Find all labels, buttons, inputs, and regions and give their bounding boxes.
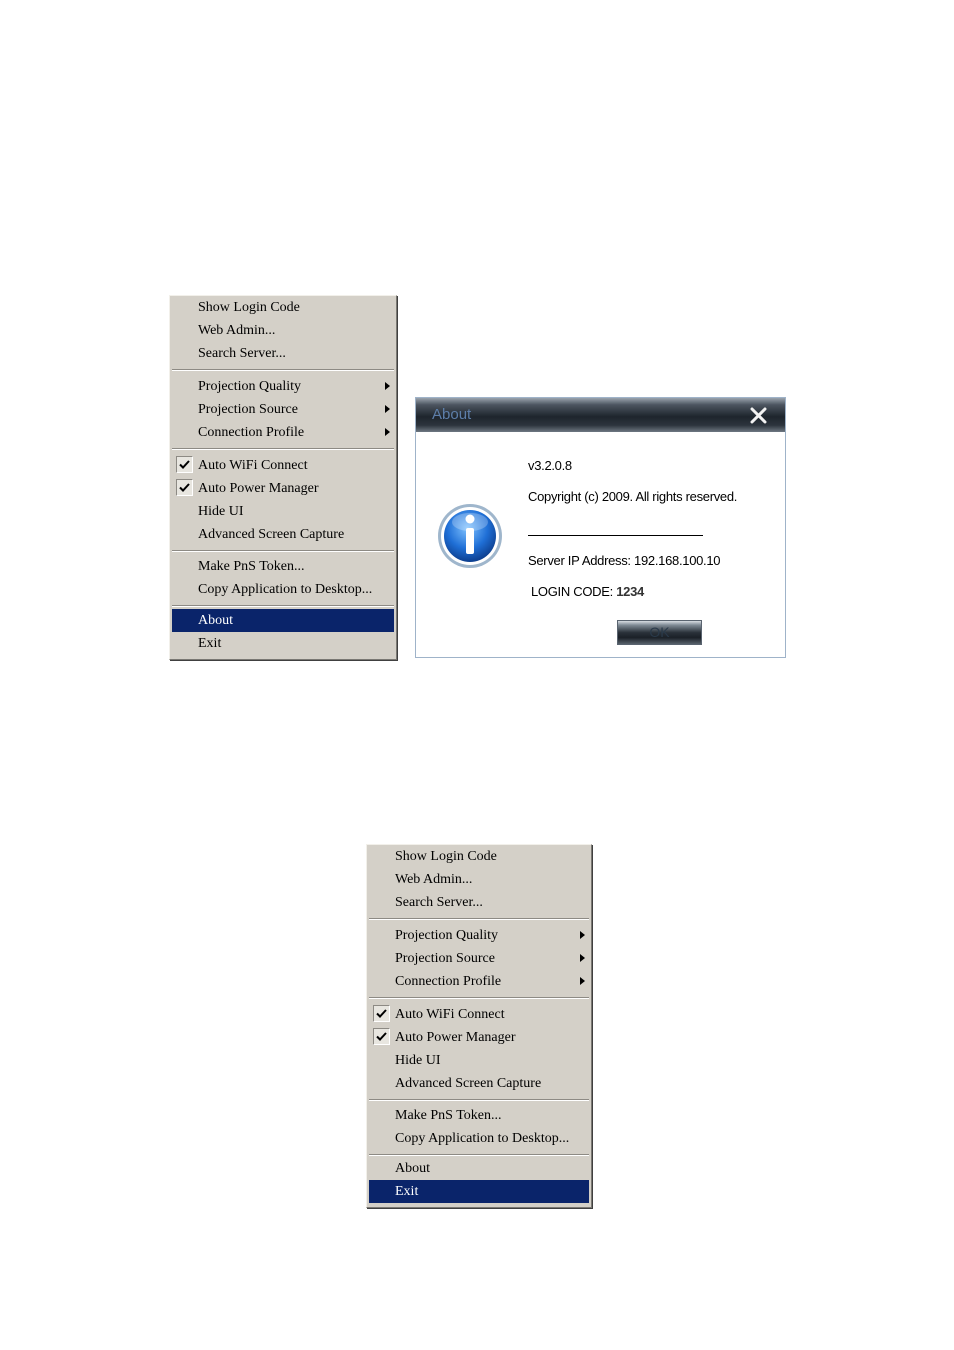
menu-item-make-pns-token[interactable]: Make PnS Token... — [172, 555, 394, 578]
menu-item-label: Projection Quality — [198, 379, 302, 394]
about-dialog: About v3.2.0.8 Copyright (c) 2009. All r… — [415, 397, 786, 658]
menu-item-make-pns-token[interactable]: Make PnS Token... — [369, 1104, 589, 1127]
submenu-arrow-icon — [580, 931, 585, 939]
menu-item-label: Advanced Screen Capture — [395, 1076, 542, 1091]
menu-item-connection-profile[interactable]: Connection Profile — [369, 970, 589, 993]
copyright-text: Copyright (c) 2009. All rights reserved. — [528, 489, 738, 504]
menu-item-label: Show Login Code — [395, 849, 497, 864]
menu-item-copy-application[interactable]: Copy Application to Desktop... — [172, 578, 394, 601]
menu-item-copy-application[interactable]: Copy Application to Desktop... — [369, 1127, 589, 1150]
divider — [528, 535, 703, 536]
login-code-text: LOGIN CODE: 1234 — [531, 584, 644, 599]
menu-item-show-login-code[interactable]: Show Login Code — [369, 845, 589, 868]
menu-item-label: Projection Source — [198, 402, 298, 417]
menu-separator — [369, 918, 589, 920]
menu-separator — [369, 1154, 589, 1156]
menu-item-label: Web Admin... — [198, 323, 276, 338]
menu-item-label: Make PnS Token... — [198, 559, 305, 574]
dialog-titlebar[interactable]: About — [416, 398, 785, 432]
menu-item-exit[interactable]: Exit — [172, 632, 394, 655]
menu-item-about[interactable]: About — [369, 1157, 589, 1180]
menu-item-label: About — [395, 1161, 430, 1176]
menu-separator — [172, 550, 394, 552]
submenu-arrow-icon — [580, 977, 585, 985]
menu-item-connection-profile[interactable]: Connection Profile — [172, 421, 394, 444]
checkmark-icon — [176, 479, 193, 496]
menu-item-auto-power-manager[interactable]: Auto Power Manager — [369, 1026, 589, 1049]
dialog-title: About — [432, 406, 472, 423]
close-icon[interactable] — [750, 407, 767, 424]
version-text: v3.2.0.8 — [528, 458, 572, 473]
menu-item-projection-quality[interactable]: Projection Quality — [172, 375, 394, 398]
menu-item-auto-power-manager[interactable]: Auto Power Manager — [172, 477, 394, 500]
menu-item-projection-quality[interactable]: Projection Quality — [369, 924, 589, 947]
submenu-arrow-icon — [385, 405, 390, 413]
menu-item-auto-wifi-connect[interactable]: Auto WiFi Connect — [172, 454, 394, 477]
menu-item-auto-wifi-connect[interactable]: Auto WiFi Connect — [369, 1003, 589, 1026]
menu-item-hide-ui[interactable]: Hide UI — [172, 500, 394, 523]
context-menu-top: Show Login Code Web Admin... Search Serv… — [169, 295, 397, 660]
menu-item-label: Projection Quality — [395, 928, 499, 943]
menu-separator — [172, 605, 394, 607]
checkmark-icon — [373, 1028, 390, 1045]
submenu-arrow-icon — [580, 954, 585, 962]
menu-item-label: Exit — [198, 636, 222, 651]
menu-item-hide-ui[interactable]: Hide UI — [369, 1049, 589, 1072]
menu-separator — [369, 997, 589, 999]
menu-item-label: Connection Profile — [198, 425, 305, 440]
submenu-arrow-icon — [385, 428, 390, 436]
submenu-arrow-icon — [385, 382, 390, 390]
menu-item-exit[interactable]: Exit — [369, 1180, 589, 1203]
menu-item-label: Advanced Screen Capture — [198, 527, 345, 542]
menu-item-label: Auto Power Manager — [395, 1030, 516, 1045]
menu-item-label: Auto WiFi Connect — [395, 1007, 505, 1022]
menu-item-web-admin[interactable]: Web Admin... — [172, 319, 394, 342]
menu-item-label: Make PnS Token... — [395, 1108, 502, 1123]
menu-item-label: Copy Application to Desktop... — [198, 582, 373, 597]
menu-item-label: Connection Profile — [395, 974, 502, 989]
menu-item-label: Web Admin... — [395, 872, 473, 887]
menu-item-show-login-code[interactable]: Show Login Code — [172, 296, 394, 319]
menu-item-search-server[interactable]: Search Server... — [172, 342, 394, 365]
menu-separator — [172, 448, 394, 450]
server-ip-text: Server IP Address: 192.168.100.10 — [528, 553, 721, 568]
menu-item-label: Hide UI — [395, 1053, 441, 1068]
menu-separator — [172, 369, 394, 371]
menu-item-advanced-screen-capture[interactable]: Advanced Screen Capture — [369, 1072, 589, 1095]
menu-item-advanced-screen-capture[interactable]: Advanced Screen Capture — [172, 523, 394, 546]
login-code-value: 1234 — [616, 584, 644, 599]
menu-item-label: Copy Application to Desktop... — [395, 1131, 570, 1146]
menu-item-label: Hide UI — [198, 504, 244, 519]
menu-item-label: Show Login Code — [198, 300, 300, 315]
ok-button[interactable]: OK — [617, 620, 702, 645]
menu-item-label: Auto WiFi Connect — [198, 458, 308, 473]
menu-item-label: Search Server... — [198, 346, 286, 361]
menu-item-web-admin[interactable]: Web Admin... — [369, 868, 589, 891]
menu-separator — [369, 1099, 589, 1101]
menu-item-label: Auto Power Manager — [198, 481, 319, 496]
info-icon — [436, 502, 504, 575]
menu-item-label: About — [198, 613, 233, 628]
menu-item-label: Exit — [395, 1184, 419, 1199]
menu-item-projection-source[interactable]: Projection Source — [369, 947, 589, 970]
login-code-label: LOGIN CODE: — [531, 584, 617, 599]
menu-item-label: Projection Source — [395, 951, 495, 966]
context-menu-bottom: Show Login Code Web Admin... Search Serv… — [366, 844, 592, 1208]
menu-item-projection-source[interactable]: Projection Source — [172, 398, 394, 421]
checkmark-icon — [373, 1005, 390, 1022]
menu-item-search-server[interactable]: Search Server... — [369, 891, 589, 914]
checkmark-icon — [176, 456, 193, 473]
menu-item-about[interactable]: About — [172, 609, 394, 632]
menu-item-label: Search Server... — [395, 895, 483, 910]
